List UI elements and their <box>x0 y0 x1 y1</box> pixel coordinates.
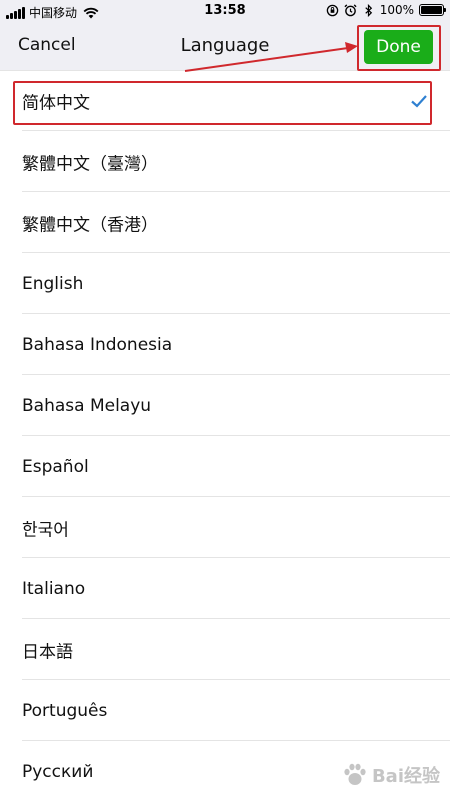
language-option[interactable]: English <box>0 253 450 314</box>
language-option-label: 简体中文 <box>22 93 90 114</box>
language-option[interactable]: Español <box>0 436 450 497</box>
language-option[interactable]: 简体中文 <box>0 70 450 131</box>
language-option[interactable]: 한국어 <box>0 497 450 558</box>
orientation-lock-icon <box>326 4 338 16</box>
done-button[interactable]: Done <box>364 30 433 64</box>
language-option[interactable]: 日本語 <box>0 619 450 680</box>
watermark-text: Bai经验 <box>371 766 440 787</box>
language-option-label: Español <box>22 456 89 477</box>
language-option[interactable]: 繁體中文（臺灣） <box>0 131 450 192</box>
nav-bar: Cancel Language Done <box>0 24 450 70</box>
language-option-label: Bahasa Melayu <box>22 395 152 416</box>
watermark: Bai经验 <box>341 762 440 788</box>
language-option-label: Italiano <box>22 578 86 599</box>
status-bar: 中国移动 13:58 100% <box>0 0 450 24</box>
language-option-label: Русский <box>22 761 94 782</box>
alarm-icon <box>344 3 357 16</box>
battery-fill <box>421 6 442 14</box>
language-option[interactable]: Bahasa Melayu <box>0 375 450 436</box>
language-option[interactable]: Português <box>0 680 450 741</box>
language-option[interactable]: 繁體中文（香港） <box>0 192 450 253</box>
status-right: 100% <box>326 3 446 17</box>
language-option[interactable]: Italiano <box>0 558 450 619</box>
language-list: 简体中文繁體中文（臺灣） 繁體中文（香港） English Bahasa Indone… <box>0 70 450 800</box>
language-option-label: English <box>22 273 84 294</box>
checkmark-icon <box>411 95 427 108</box>
language-option-label: 繁體中文（臺灣） <box>22 154 158 174</box>
language-option-label: 繁體中文（香港） <box>22 215 158 235</box>
bluetooth-icon <box>364 3 372 17</box>
language-option-label: Bahasa Indonesia <box>22 334 173 355</box>
language-option-label: 日本語 <box>22 642 73 662</box>
battery-percent: 100% <box>379 3 414 17</box>
language-option[interactable]: Bahasa Indonesia <box>0 314 450 375</box>
baidu-paw-icon <box>344 763 366 785</box>
battery-icon <box>419 4 446 16</box>
language-option-label: Português <box>22 700 108 721</box>
language-option-label: 한국어 <box>22 520 69 540</box>
